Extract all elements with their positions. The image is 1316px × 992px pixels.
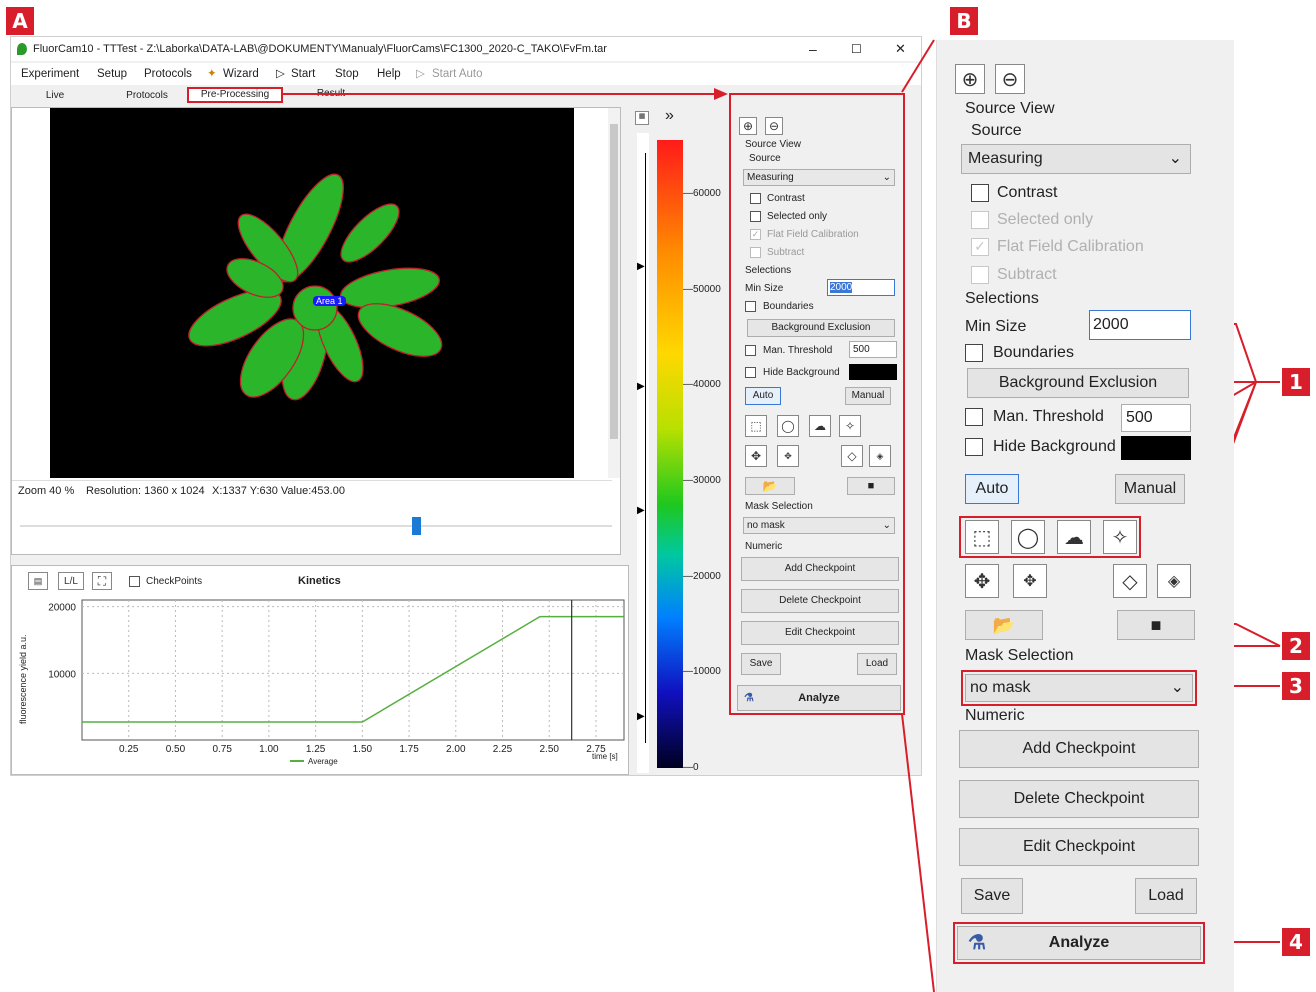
flat-field-label: Flat Field Calibration <box>997 238 1144 255</box>
selections-label: Selections <box>965 290 1039 307</box>
callout-2: 2 <box>1282 632 1310 660</box>
background-exclusion-button[interactable]: Background Exclusion <box>967 368 1189 398</box>
move-all-icon[interactable]: ✥ <box>1013 564 1047 598</box>
save-button[interactable]: Save <box>961 878 1023 914</box>
selected-only-checkbox <box>971 211 989 229</box>
boundaries-checkbox[interactable] <box>965 344 983 362</box>
callout-3: 3 <box>1282 672 1310 700</box>
mask-select[interactable]: no mask ⌄ <box>965 674 1193 702</box>
contrast-checkbox[interactable] <box>971 184 989 202</box>
zoom-out-icon[interactable]: ⊖ <box>995 64 1025 94</box>
numeric-label: Numeric <box>965 707 1025 724</box>
subtract-label: Subtract <box>997 266 1057 283</box>
open-mask-button[interactable]: 📂 <box>965 610 1043 640</box>
man-threshold-label: Man. Threshold <box>993 408 1104 425</box>
floppy-disk-icon: ■ <box>1150 615 1162 635</box>
flask-icon: ⚗ <box>968 932 986 954</box>
save-mask-button[interactable]: ■ <box>1117 610 1195 640</box>
source-select[interactable]: Measuring ⌄ <box>961 144 1191 174</box>
add-checkpoint-button[interactable]: Add Checkpoint <box>959 730 1199 768</box>
freehand-select-icon[interactable]: ☁ <box>1057 520 1091 554</box>
ellipse-select-icon[interactable]: ◯ <box>1011 520 1045 554</box>
load-button[interactable]: Load <box>1135 878 1197 914</box>
mask-value: no mask <box>970 679 1031 696</box>
min-size-label: Min Size <box>965 318 1027 335</box>
subtract-checkbox <box>971 266 989 284</box>
magic-select-icon[interactable]: ✧ <box>1103 520 1137 554</box>
source-value: Measuring <box>968 150 1043 167</box>
move-icon[interactable]: ✥ <box>965 564 999 598</box>
enlarged-panel: ⊕ ⊖ Source View Source Measuring ⌄ Contra… <box>936 40 1234 992</box>
chevron-down-icon: ⌄ <box>1168 150 1182 167</box>
analyze-button[interactable]: ⚗ Analyze <box>957 926 1201 960</box>
mask-chevron-icon: ⌄ <box>1170 679 1184 696</box>
rect-select-icon[interactable]: ⬚ <box>965 520 999 554</box>
selected-only-label: Selected only <box>997 211 1094 228</box>
analyze-label: Analyze <box>1048 934 1110 951</box>
hide-background-checkbox[interactable] <box>965 438 983 456</box>
zoom-in-icon[interactable]: ⊕ <box>955 64 985 94</box>
edit-checkpoint-button[interactable]: Edit Checkpoint <box>959 828 1199 866</box>
source-label: Source <box>971 122 1022 139</box>
erase-all-icon[interactable]: ◈ <box>1157 564 1191 598</box>
boundaries-label: Boundaries <box>993 344 1074 361</box>
auto-button[interactable]: Auto <box>965 474 1019 504</box>
callout-1: 1 <box>1282 368 1310 396</box>
threshold-input[interactable]: 500 <box>1121 404 1191 432</box>
flat-field-checkbox: ✓ <box>971 238 989 256</box>
contrast-label: Contrast <box>997 184 1058 201</box>
man-threshold-checkbox[interactable] <box>965 408 983 426</box>
delete-checkpoint-button[interactable]: Delete Checkpoint <box>959 780 1199 818</box>
min-size-input[interactable]: 2000 <box>1089 310 1191 340</box>
eraser-icon[interactable]: ◇ <box>1113 564 1147 598</box>
manual-button[interactable]: Manual <box>1115 474 1185 504</box>
background-color-swatch[interactable] <box>1121 436 1191 460</box>
callout-4: 4 <box>1282 928 1310 956</box>
mask-selection-label: Mask Selection <box>965 647 1074 664</box>
source-view-label: Source View <box>965 100 1055 117</box>
folder-open-icon: 📂 <box>992 615 1016 635</box>
hide-background-label: Hide Background <box>993 438 1116 455</box>
